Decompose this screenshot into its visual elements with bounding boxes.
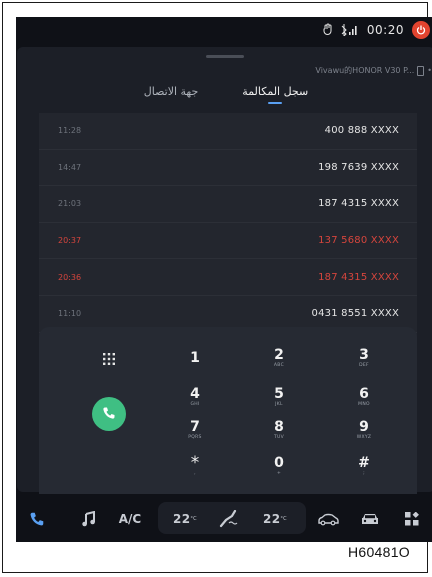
call-log-row[interactable]: 21:03 187 4315 XXXX	[39, 186, 417, 223]
call-button[interactable]	[92, 397, 126, 431]
key-1[interactable]: 1	[165, 341, 225, 375]
clock: 00:20	[366, 23, 404, 37]
call-time: 11:10	[58, 309, 82, 319]
key-3[interactable]: 3 DEF	[334, 341, 394, 375]
apps-icon[interactable]	[398, 508, 426, 530]
call-number: 400 888 XXXX	[324, 125, 399, 137]
call-log-row-missed[interactable]: 20:37 137 5680 XXXX	[39, 223, 417, 260]
device-name: Vivawu的HONOR V30 P...	[315, 66, 415, 75]
dot-icon: •	[427, 66, 432, 75]
key-star[interactable]: * ,	[165, 449, 225, 483]
figure-frame: 00:20 Vivawu的HONOR V30 P... • جهة الاتصا…	[2, 2, 432, 573]
call-time: 11:28	[58, 126, 82, 136]
call-log-row[interactable]: 14:47 198 7639 XXXX	[39, 150, 417, 187]
phone-icon[interactable]	[26, 508, 48, 530]
tab-call-log[interactable]: سجل المكالمة	[242, 85, 308, 104]
call-log-list[interactable]: 11:28 400 888 XXXX 14:47 198 7639 XXXX 2…	[39, 113, 417, 338]
temperature-right[interactable]: 22 °C	[258, 508, 292, 530]
bottom-dock: A/C 22 °C 22 °C	[16, 494, 432, 542]
phone-device-icon	[417, 65, 425, 76]
call-number: 137 5680 XXXX	[318, 235, 399, 247]
call-time: 20:36	[58, 272, 82, 282]
key-8[interactable]: 8 TUV	[249, 413, 309, 447]
phone-tabs: جهة الاتصال سجل المكالمة	[116, 85, 336, 104]
call-number: 187 4315 XXXX	[318, 271, 399, 283]
key-hash[interactable]: # ;	[334, 449, 394, 483]
key-0[interactable]: 0 +	[249, 449, 309, 483]
key-9[interactable]: 9 WXYZ	[334, 413, 394, 447]
phone-handset-icon	[102, 405, 116, 424]
connected-device[interactable]: Vivawu的HONOR V30 P... •	[315, 65, 432, 76]
call-time: 20:37	[58, 236, 82, 246]
call-log-row[interactable]: 11:28 400 888 XXXX	[39, 113, 417, 150]
call-log-row-missed[interactable]: 20:36 187 4315 XXXX	[39, 259, 417, 296]
call-number: 0431 8551 XXXX	[311, 308, 399, 320]
dialer-panel: 1 2 ABC 3 DEF 4 GHI 5 JKL 6 MNO 7 PQRS 8…	[39, 327, 417, 497]
head-unit-screen: 00:20 Vivawu的HONOR V30 P... • جهة الاتصا…	[16, 17, 432, 542]
status-bar: 00:20	[323, 17, 432, 43]
call-time: 21:03	[58, 199, 82, 209]
key-4[interactable]: 4 GHI	[165, 380, 225, 414]
seat-fan-icon[interactable]	[214, 508, 242, 530]
car-front-icon[interactable]	[356, 508, 384, 530]
power-icon[interactable]	[412, 21, 430, 39]
key-6[interactable]: 6 MNO	[334, 380, 394, 414]
key-7[interactable]: 7 PQRS	[165, 413, 225, 447]
keypad-toggle-icon[interactable]	[79, 342, 139, 376]
call-number: 187 4315 XXXX	[318, 198, 399, 210]
hand-icon	[323, 23, 333, 38]
bluetooth-signal-icon	[341, 24, 359, 36]
key-2[interactable]: 2 ABC	[249, 341, 309, 375]
ac-button[interactable]: A/C	[115, 508, 145, 530]
key-5[interactable]: 5 JKL	[249, 380, 309, 414]
call-time: 14:47	[58, 162, 82, 172]
temperature-left[interactable]: 22 °C	[168, 508, 202, 530]
drag-handle[interactable]	[206, 55, 244, 58]
car-icon[interactable]	[314, 508, 342, 530]
music-icon[interactable]	[78, 508, 100, 530]
call-number: 198 7639 XXXX	[318, 161, 399, 173]
figure-caption: H60481O	[347, 544, 410, 560]
tab-contacts[interactable]: جهة الاتصال	[144, 85, 199, 104]
